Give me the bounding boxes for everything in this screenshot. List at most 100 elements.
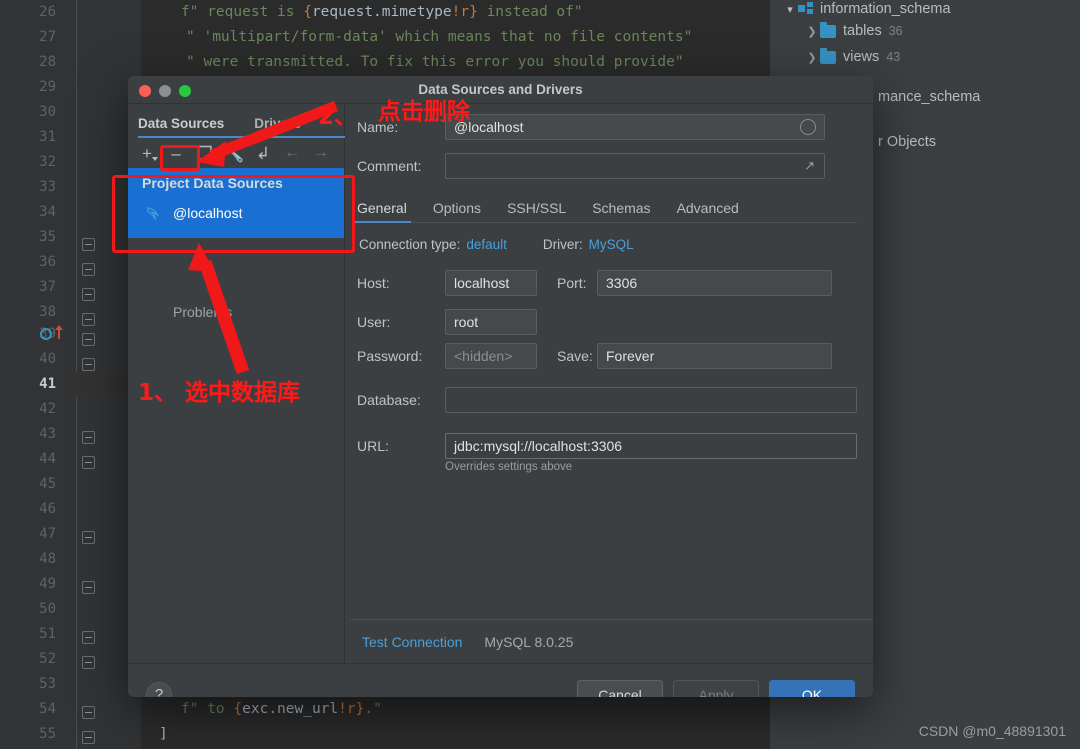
tree-row-label: views: [843, 49, 879, 65]
save-select-value: Forever: [606, 348, 654, 364]
port-input[interactable]: 3306: [597, 270, 832, 296]
chevron-down-icon[interactable]: ▾: [782, 3, 798, 16]
code-fold-marker[interactable]: [82, 333, 95, 346]
add-data-source-button[interactable]: +: [134, 141, 160, 165]
code-fold-marker[interactable]: [82, 731, 95, 744]
close-window-button[interactable]: [139, 85, 151, 97]
port-input-value: 3306: [606, 275, 637, 291]
line-number: 51: [0, 622, 56, 647]
url-row: URL: jdbc:mysql://localhost:3306: [357, 433, 857, 459]
tab-data-sources[interactable]: Data Sources: [138, 116, 230, 138]
host-port-row: Host: localhost Port: 3306: [357, 270, 857, 296]
line-number: 37: [0, 275, 56, 300]
database-icon: [798, 2, 814, 16]
tab-general[interactable]: General: [357, 200, 407, 222]
host-input-value: localhost: [454, 275, 509, 291]
line-number: 47: [0, 522, 56, 547]
url-hint: Overrides settings above: [445, 461, 857, 473]
url-input[interactable]: jdbc:mysql://localhost:3306: [445, 433, 857, 459]
code-fold-marker[interactable]: [82, 288, 95, 301]
code-line: f" request is {request.mimetype!r} inste…: [141, 0, 770, 25]
test-connection-link[interactable]: Test Connection: [362, 634, 462, 650]
import-button[interactable]: ↲: [250, 141, 276, 165]
tree-row-label: tables: [843, 23, 882, 39]
tab-options[interactable]: Options: [433, 200, 481, 222]
name-input[interactable]: @localhost: [445, 114, 825, 140]
override-method-icon[interactable]: [40, 328, 52, 340]
properties-wrench-icon: 🔧: [223, 145, 244, 162]
driver-label: Driver:: [543, 237, 583, 252]
user-input[interactable]: root: [445, 309, 537, 335]
password-input[interactable]: <hidden>: [445, 343, 537, 369]
highlight-box-data-source-item: [112, 175, 355, 253]
line-number: 28: [0, 50, 56, 75]
minimize-window-button[interactable]: [159, 85, 171, 97]
forward-button[interactable]: →: [308, 141, 334, 165]
annotation-click-delete: 点击删除: [378, 92, 470, 126]
line-number: 36: [0, 250, 56, 275]
connection-type-value[interactable]: default: [466, 237, 507, 252]
modified-line-marker: [58, 326, 60, 339]
color-swatch-icon[interactable]: [800, 119, 816, 135]
user-input-value: root: [454, 314, 478, 330]
tree-row-label: r Objects: [878, 134, 936, 150]
code-fold-marker[interactable]: [82, 706, 95, 719]
expand-icon[interactable]: ↗: [804, 158, 815, 174]
tab-ssh-ssl[interactable]: SSH/SSL: [507, 200, 566, 222]
password-save-row: Password: <hidden> Save: Forever: [357, 343, 857, 369]
line-number: 27: [0, 25, 56, 50]
code-fold-marker[interactable]: [82, 358, 95, 371]
settings-tabs[interactable]: General Options SSH/SSL Schemas Advanced: [357, 195, 857, 223]
watermark-label: CSDN @m0_48891301: [919, 723, 1066, 739]
folder-icon: [820, 51, 836, 64]
host-input[interactable]: localhost: [445, 270, 537, 296]
tree-row[interactable]: ❯tables36: [770, 18, 1080, 44]
line-number: 50: [0, 597, 56, 622]
code-fold-marker[interactable]: [82, 581, 95, 594]
annotation-step-1-select-db: 1、 选中数据库: [138, 373, 300, 407]
comment-row: Comment: ↗: [357, 153, 857, 179]
save-select[interactable]: Forever: [597, 343, 832, 369]
code-fold-marker[interactable]: [82, 313, 95, 326]
properties-wrench-button[interactable]: 🔧: [221, 141, 247, 165]
line-number: 43: [0, 422, 56, 447]
import-icon: ↲: [256, 145, 270, 162]
line-number: 32: [0, 150, 56, 175]
left-pane-tabs[interactable]: Data Sources Drivers: [128, 104, 344, 138]
database-input[interactable]: [445, 387, 857, 413]
driver-value[interactable]: MySQL: [589, 237, 634, 252]
add-data-source-icon: +: [142, 145, 152, 162]
line-number: 55: [0, 722, 56, 747]
chevron-right-icon[interactable]: ❯: [804, 51, 820, 64]
connection-settings-pane[interactable]: Name: @localhost Comment: ↗ GeneralOptio…: [345, 104, 873, 663]
tab-advanced[interactable]: Advanced: [677, 200, 739, 222]
line-number: 49: [0, 572, 56, 597]
comment-input[interactable]: ↗: [445, 153, 825, 179]
tab-schemas[interactable]: Schemas: [592, 200, 650, 222]
tree-row-label: mance_schema: [878, 89, 980, 105]
code-fold-marker[interactable]: [82, 631, 95, 644]
line-number: 42: [0, 397, 56, 422]
host-label: Host:: [357, 275, 445, 291]
line-number: 48: [0, 547, 56, 572]
code-fold-marker[interactable]: [82, 656, 95, 669]
code-fold-marker[interactable]: [82, 456, 95, 469]
tab-drivers[interactable]: Drivers: [254, 116, 307, 138]
code-fold-marker[interactable]: [82, 263, 95, 276]
window-controls[interactable]: [139, 85, 191, 97]
connection-status-bar: Test Connection MySQL 8.0.25: [350, 619, 873, 663]
code-fold-marker[interactable]: [82, 431, 95, 444]
chevron-right-icon[interactable]: ❯: [804, 25, 820, 38]
back-button[interactable]: ←: [279, 141, 305, 165]
help-button[interactable]: ?: [146, 682, 172, 698]
url-label: URL:: [357, 438, 445, 454]
cancel-button[interactable]: Cancel: [577, 680, 663, 698]
line-number: 41: [0, 372, 56, 397]
ok-button[interactable]: OK: [769, 680, 855, 698]
code-fold-marker[interactable]: [82, 531, 95, 544]
tree-row[interactable]: ❯views43: [770, 44, 1080, 70]
code-fold-marker[interactable]: [82, 238, 95, 251]
apply-button: Apply: [673, 680, 759, 698]
line-number: 44: [0, 447, 56, 472]
zoom-window-button[interactable]: [179, 85, 191, 97]
